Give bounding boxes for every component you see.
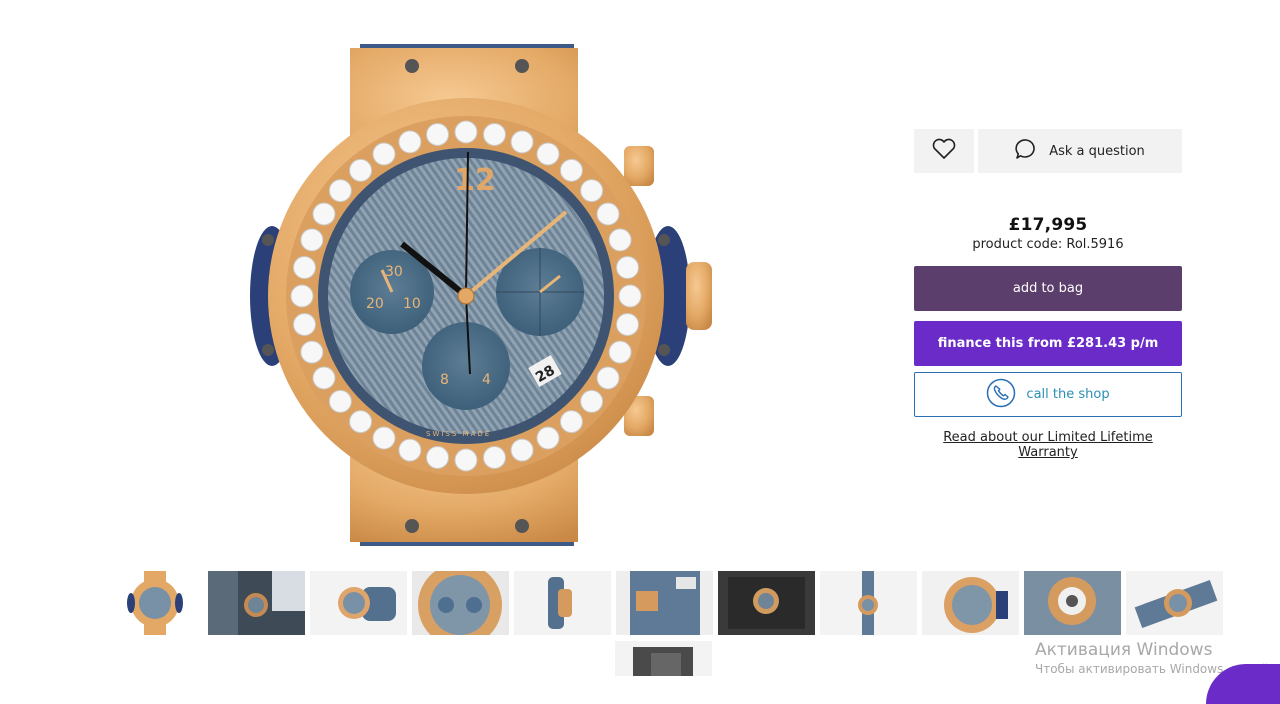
svg-text:8: 8 [440,372,449,388]
thumbnail-7[interactable] [718,571,815,635]
add-to-bag-button[interactable]: add to bag [914,266,1182,311]
svg-text:30: 30 [385,264,403,280]
phone-icon [986,378,1016,412]
thumbnail-1[interactable] [106,571,203,635]
svg-text:20: 20 [366,296,384,312]
thumbnail-10[interactable] [1024,571,1121,635]
svg-text:12: 12 [454,163,496,198]
watermark-title: Активация Windows [1035,640,1213,660]
thumbnail-4[interactable] [412,571,509,635]
ask-question-button[interactable]: Ask a question [978,129,1182,173]
product-action-panel: Ask a question £17,995 product code: Rol… [914,129,1182,460]
thumbnail-9[interactable] [922,571,1019,635]
thumbnail-11[interactable] [1126,571,1223,635]
call-shop-label: call the shop [1026,387,1110,402]
call-shop-button[interactable]: call the shop [914,372,1182,417]
thumbnail-strip [106,571,1223,637]
thumbnail-8[interactable] [820,571,917,635]
ask-question-label: Ask a question [1049,143,1145,159]
main-product-image[interactable]: 12 20 10 30 8 4 28 SWISS MADE [248,44,716,546]
warranty-link[interactable]: Read about our Limited Lifetime Warranty [914,430,1182,460]
thumbnail-2[interactable] [208,571,305,635]
top-actions: Ask a question [914,129,1182,173]
chat-bubble-icon [1015,138,1037,164]
thumbnail-3[interactable] [310,571,407,635]
wishlist-button[interactable] [914,129,974,173]
heart-icon [932,138,956,164]
thumbnail-5[interactable] [514,571,611,635]
thumbnail-6[interactable] [616,571,713,635]
product-price: £17,995 [1008,215,1088,235]
thumbnail-12[interactable] [615,641,712,676]
svg-text:10: 10 [403,296,421,312]
finance-button[interactable]: finance this from £281.43 p/m [914,321,1182,366]
product-code: product code: Rol.5916 [972,237,1124,252]
svg-text:SWISS MADE: SWISS MADE [426,430,491,438]
svg-text:4: 4 [482,372,491,388]
